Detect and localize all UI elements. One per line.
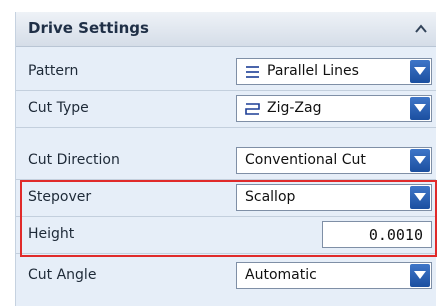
cut-type-dropdown-button[interactable]	[410, 97, 430, 120]
cut-angle-label: Cut Angle	[28, 267, 97, 283]
cut-type-dropdown[interactable]: Zig-Zag	[236, 95, 432, 122]
cut-type-value: Zig-Zag	[267, 100, 322, 116]
pattern-value: Parallel Lines	[267, 63, 359, 79]
pattern-label: Pattern	[28, 63, 79, 79]
row-cut-direction: Cut Direction Conventional Cut	[16, 143, 436, 180]
height-label: Height	[28, 226, 75, 242]
chevron-up-icon[interactable]	[414, 22, 428, 36]
parallel-lines-icon	[246, 66, 259, 78]
chevron-down-icon	[414, 193, 426, 201]
chevron-down-icon	[414, 67, 426, 75]
cut-direction-dropdown[interactable]: Conventional Cut	[236, 147, 432, 174]
height-input[interactable]	[323, 222, 431, 247]
drive-settings-panel: Drive Settings Pattern Parallel Lines Cu…	[15, 12, 436, 306]
row-stepover: Stepover Scallop	[16, 180, 436, 217]
panel-header[interactable]: Drive Settings	[16, 12, 436, 47]
row-cut-type: Cut Type Zig-Zag	[16, 91, 436, 128]
pattern-dropdown[interactable]: Parallel Lines	[236, 58, 432, 85]
stepover-label: Stepover	[28, 189, 92, 205]
cut-angle-dropdown[interactable]: Automatic	[236, 262, 432, 289]
row-height: Height	[16, 217, 436, 254]
stepover-dropdown[interactable]: Scallop	[236, 184, 432, 211]
cut-direction-dropdown-button[interactable]	[410, 149, 430, 172]
cut-angle-dropdown-button[interactable]	[410, 264, 430, 287]
chevron-down-icon	[414, 104, 426, 112]
chevron-down-icon	[414, 271, 426, 279]
panel-title: Drive Settings	[28, 19, 149, 37]
stepover-dropdown-button[interactable]	[410, 186, 430, 209]
cut-direction-value: Conventional Cut	[245, 152, 366, 168]
row-cut-angle: Cut Angle Automatic	[16, 258, 436, 294]
pattern-dropdown-button[interactable]	[410, 60, 430, 83]
cut-type-label: Cut Type	[28, 100, 89, 116]
cut-direction-label: Cut Direction	[28, 152, 120, 168]
cut-angle-value: Automatic	[245, 267, 317, 283]
row-pattern: Pattern Parallel Lines	[16, 54, 436, 91]
zigzag-icon	[245, 103, 260, 115]
height-field[interactable]	[322, 221, 432, 248]
stepover-value: Scallop	[245, 189, 296, 205]
chevron-down-icon	[414, 156, 426, 164]
